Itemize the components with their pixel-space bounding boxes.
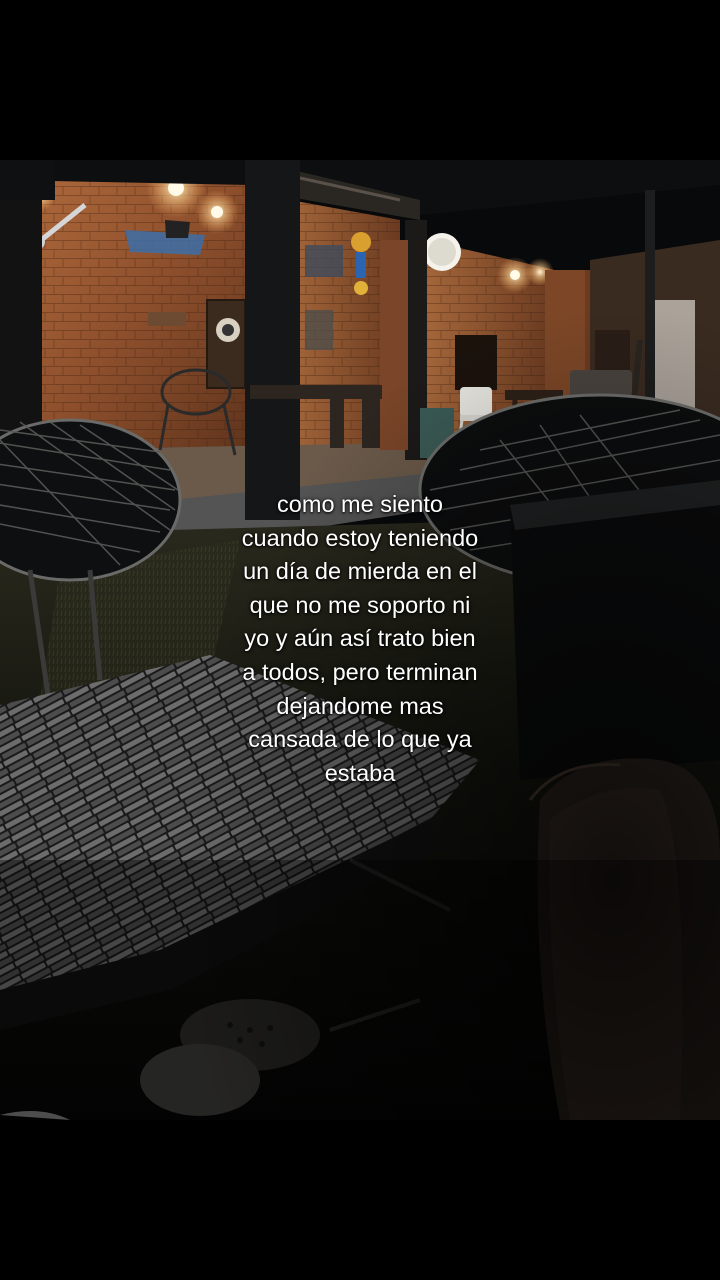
overlay-caption: como me siento cuando estoy teniendo un … bbox=[241, 491, 479, 786]
video-frame: como me siento cuando estoy teniendo un … bbox=[0, 0, 720, 1280]
